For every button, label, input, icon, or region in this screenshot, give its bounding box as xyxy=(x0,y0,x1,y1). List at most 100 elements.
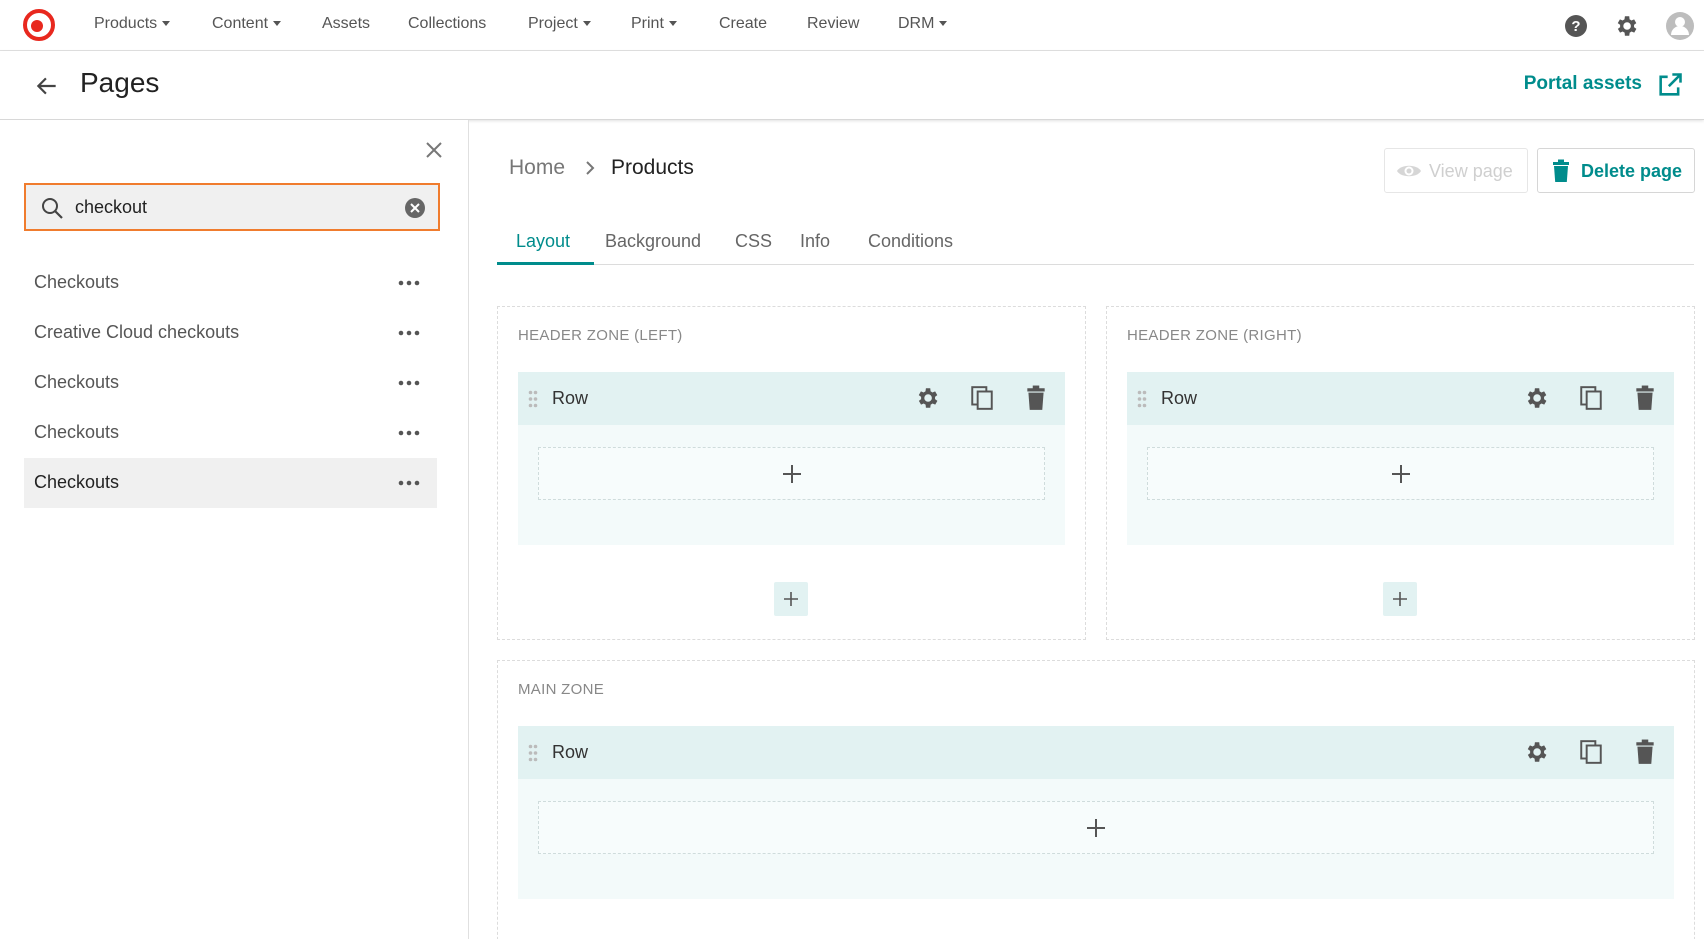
zone-title: HEADER ZONE (LEFT) xyxy=(518,327,683,344)
row-delete-trash-icon[interactable] xyxy=(1632,385,1658,411)
search-input[interactable] xyxy=(75,193,405,221)
row-settings-gear-icon[interactable] xyxy=(914,385,940,411)
search-icon xyxy=(42,198,63,219)
page-list-item[interactable]: Creative Cloud checkouts xyxy=(24,308,437,358)
row-duplicate-copy-icon[interactable] xyxy=(969,385,995,411)
row-delete-trash-icon[interactable] xyxy=(1632,739,1658,765)
header-zone-left: HEADER ZONE (LEFT) Row xyxy=(497,306,1086,640)
plus-icon xyxy=(1087,818,1105,837)
row-toolbar: Row xyxy=(1127,372,1674,425)
eye-icon xyxy=(1397,165,1421,177)
zone-title: HEADER ZONE (RIGHT) xyxy=(1127,327,1302,344)
add-component-area[interactable] xyxy=(538,447,1045,500)
plus-icon xyxy=(1391,464,1410,483)
page-list: Checkouts Creative Cloud checkouts Check… xyxy=(24,258,437,508)
add-row-button[interactable] xyxy=(774,582,808,616)
tab-conditions[interactable]: Conditions xyxy=(868,231,953,252)
page-item-label: Checkouts xyxy=(34,372,120,392)
editor-tabs: Layout Background CSS Info Conditions xyxy=(497,221,1694,265)
nav-project[interactable]: Project xyxy=(528,15,591,33)
main-zone: MAIN ZONE Row xyxy=(497,660,1695,939)
page-list-item[interactable]: Checkouts xyxy=(24,258,437,308)
tab-css[interactable]: CSS xyxy=(735,231,772,252)
row-label: Row xyxy=(1161,388,1198,408)
page-list-item-selected[interactable]: Checkouts xyxy=(24,458,437,508)
more-options-icon[interactable] xyxy=(398,430,420,436)
breadcrumb-current: Products xyxy=(611,156,694,179)
header-zone-right: HEADER ZONE (RIGHT) Row xyxy=(1106,306,1695,640)
nav-assets[interactable]: Assets xyxy=(322,15,370,33)
nav-review[interactable]: Review xyxy=(807,15,859,33)
page-editor: Home Products View page Delete page Layo… xyxy=(470,120,1704,939)
delete-page-button[interactable]: Delete page xyxy=(1537,148,1695,193)
row-settings-gear-icon[interactable] xyxy=(1523,739,1549,765)
add-component-area[interactable] xyxy=(538,801,1654,854)
tab-layout[interactable]: Layout xyxy=(516,231,570,252)
drag-handle-icon[interactable] xyxy=(1137,390,1147,408)
drag-handle-icon[interactable] xyxy=(528,390,538,408)
clear-search-icon[interactable] xyxy=(404,197,426,219)
row-toolbar: Row xyxy=(518,726,1674,779)
page-item-label: Creative Cloud checkouts xyxy=(34,322,240,342)
view-page-button[interactable]: View page xyxy=(1384,148,1528,193)
page-list-item[interactable]: Checkouts xyxy=(24,358,437,408)
page-item-label: Checkouts xyxy=(34,472,120,492)
row-label: Row xyxy=(552,388,589,408)
caret-down-icon xyxy=(162,21,171,26)
close-icon[interactable] xyxy=(422,138,446,162)
row-content xyxy=(1127,425,1674,545)
portal-assets-link[interactable]: Portal assets xyxy=(1524,73,1642,95)
nav-content[interactable]: Content xyxy=(212,15,282,33)
plus-icon xyxy=(1393,592,1407,606)
pages-sidebar: Checkouts Creative Cloud checkouts Check… xyxy=(0,120,469,939)
row-settings-gear-icon[interactable] xyxy=(1523,385,1549,411)
help-icon[interactable]: ? xyxy=(1563,13,1589,39)
caret-down-icon xyxy=(582,21,591,26)
delete-page-label: Delete page xyxy=(1581,161,1683,181)
page-title: Pages xyxy=(80,67,160,98)
page-item-label: Checkouts xyxy=(34,422,120,442)
nav-print[interactable]: Print xyxy=(631,15,677,33)
row-content xyxy=(518,779,1674,899)
row-toolbar: Row xyxy=(518,372,1065,425)
view-page-label: View page xyxy=(1429,161,1513,181)
back-arrow-icon[interactable] xyxy=(34,73,60,99)
more-options-icon[interactable] xyxy=(398,480,420,486)
page-header: Pages Portal assets xyxy=(0,51,1704,120)
nav-drm[interactable]: DRM xyxy=(898,15,948,33)
user-avatar-icon[interactable] xyxy=(1665,11,1695,41)
more-options-icon[interactable] xyxy=(398,280,420,286)
row-delete-trash-icon[interactable] xyxy=(1023,385,1049,411)
caret-down-icon xyxy=(939,21,948,26)
row-duplicate-copy-icon[interactable] xyxy=(1578,739,1604,765)
active-tab-indicator xyxy=(497,262,594,265)
more-options-icon[interactable] xyxy=(398,380,420,386)
caret-down-icon xyxy=(668,21,677,26)
breadcrumb-home[interactable]: Home xyxy=(509,156,565,180)
row-label: Row xyxy=(552,742,589,762)
nav-products[interactable]: Products xyxy=(94,15,171,33)
zone-title: MAIN ZONE xyxy=(518,681,605,698)
more-options-icon[interactable] xyxy=(398,330,420,336)
row-content xyxy=(518,425,1065,545)
gear-icon[interactable] xyxy=(1613,13,1639,39)
page-item-label: Checkouts xyxy=(34,272,120,292)
nav-create[interactable]: Create xyxy=(719,15,767,33)
row-duplicate-copy-icon[interactable] xyxy=(1578,385,1604,411)
tab-background[interactable]: Background xyxy=(605,231,701,252)
top-navigation-bar: Products Content Assets Collections Proj… xyxy=(0,0,1704,51)
drag-handle-icon[interactable] xyxy=(528,744,538,762)
app-logo-icon[interactable] xyxy=(22,8,56,42)
external-link-icon[interactable] xyxy=(1656,71,1684,99)
chevron-right-icon xyxy=(586,161,595,175)
trash-icon xyxy=(1553,159,1569,182)
page-list-item[interactable]: Checkouts xyxy=(24,408,437,458)
svg-text:?: ? xyxy=(1571,18,1580,35)
plus-icon xyxy=(784,592,798,606)
search-box xyxy=(24,183,440,231)
tab-info[interactable]: Info xyxy=(800,231,830,252)
nav-collections[interactable]: Collections xyxy=(408,15,486,33)
add-component-area[interactable] xyxy=(1147,447,1654,500)
caret-down-icon xyxy=(273,21,282,26)
add-row-button[interactable] xyxy=(1383,582,1417,616)
